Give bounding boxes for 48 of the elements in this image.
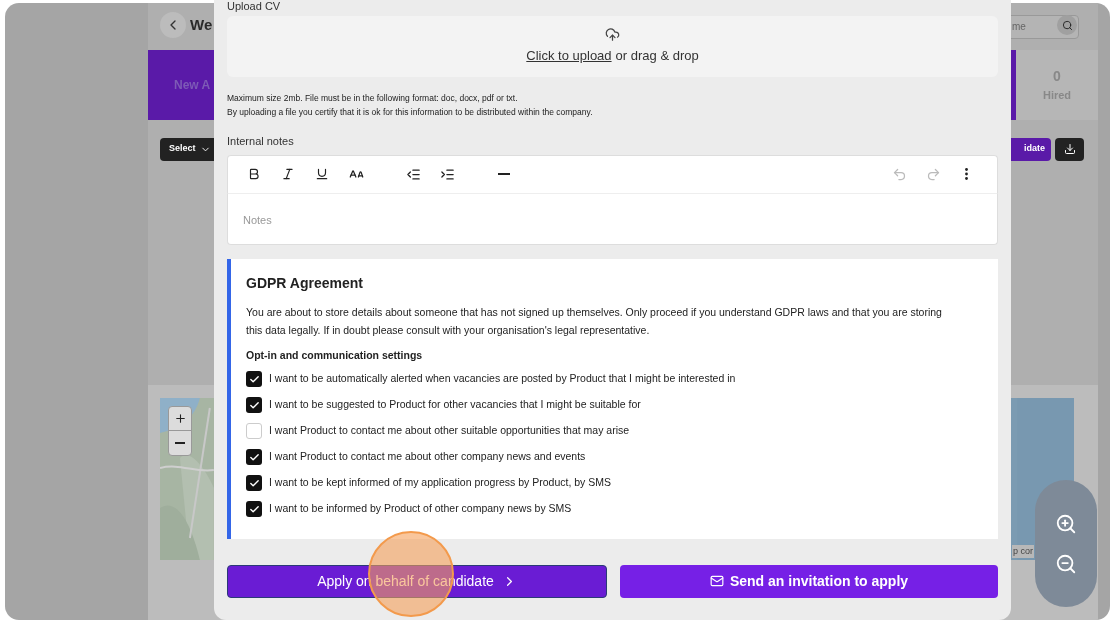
field-label: Upload CV [227, 0, 282, 12]
download-button[interactable] [1055, 137, 1084, 161]
help-text: By uploading a file you certify that it is ok for this information to be distributed within the company. [227, 106, 594, 119]
upload-hint: or drag & drop [615, 47, 699, 66]
check-icon [248, 373, 260, 385]
bold-icon [247, 167, 261, 181]
checkbox-label: I want to be kept informed of my application progress by Product, by SMS [269, 475, 611, 491]
help-text: Maximum size 2mb. File must be in the following format: doc, docx, pdf or txt. [227, 92, 519, 105]
upload-dropzone[interactable]: Click to upload or drag & drop [227, 16, 998, 77]
mail-icon [709, 574, 724, 588]
settings-title: Opt-in and communication settings [246, 347, 424, 363]
checkbox-label: I want to be suggested to Product for other vacancies that I might be suitable for [269, 397, 641, 413]
field-label: Internal notes [227, 134, 295, 149]
indent-icon [439, 166, 455, 182]
checkbox-label: I want Product to contact me about other suitable opportunities that may arise [269, 423, 630, 439]
checkbox[interactable] [246, 397, 262, 414]
checkbox[interactable] [246, 449, 262, 466]
checkbox[interactable] [246, 501, 262, 518]
plus-icon [173, 412, 187, 425]
checkbox[interactable] [246, 423, 262, 440]
check-icon [248, 399, 260, 411]
checkbox-label: I want Product to contact me about other company news and events [269, 449, 586, 465]
indent-button[interactable] [438, 166, 456, 182]
zoom-out-icon [1055, 552, 1077, 575]
download-icon [1063, 143, 1076, 155]
zoom-in-icon [1055, 512, 1077, 535]
outdent-button[interactable] [404, 166, 422, 182]
horizontal-rule-icon [498, 173, 510, 175]
cloud-upload-icon [605, 27, 620, 43]
italic-icon [281, 167, 295, 181]
check-icon [248, 451, 260, 463]
gdpr-text: You are about to store details about someone that has not signed up themselves. Only proceed if you understand GDPR laws and that you are storing this data legally. If in doubt please consult with your organisation's legal representative. [246, 304, 943, 338]
checkbox-label: I want to be informed by Product of other company news by SMS [269, 501, 572, 517]
underline-icon [315, 167, 329, 181]
page-title: We [190, 14, 213, 35]
notes-field[interactable]: Notes [227, 193, 998, 245]
gdpr-title: GDPR Agreement [246, 273, 364, 293]
outdent-icon [405, 166, 421, 182]
checkbox[interactable] [246, 371, 262, 388]
redo-icon [925, 166, 941, 182]
invite-button[interactable]: Send an invitation to apply [620, 564, 998, 598]
check-icon [248, 477, 260, 489]
checkbox-label: I want to be automatically alerted when vacancies are posted by Product that I might be interested in [269, 371, 736, 387]
undo-icon [891, 166, 907, 182]
minus-icon [175, 442, 185, 444]
more-icon [964, 168, 968, 180]
checkbox[interactable] [246, 475, 262, 492]
check-icon [248, 503, 260, 515]
